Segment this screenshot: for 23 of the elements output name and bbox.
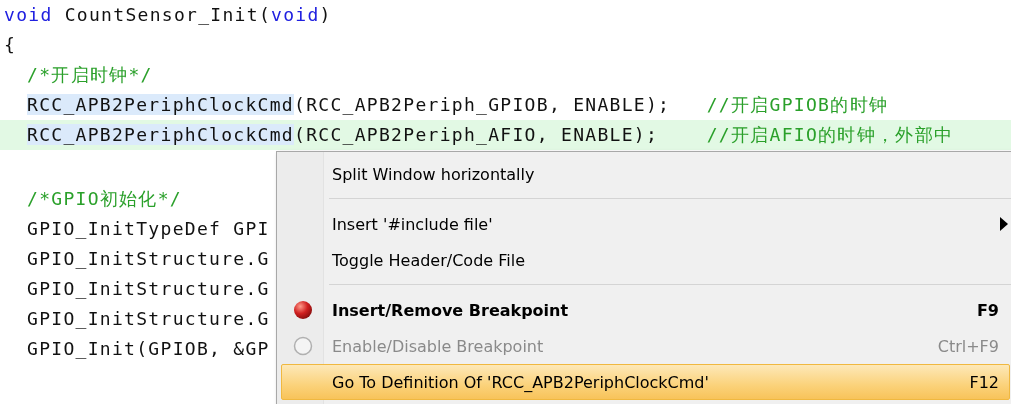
code-comment: /*GPIO初始化*/ <box>27 188 182 209</box>
code-text: CountSensor_Init( <box>63 4 272 25</box>
code-text: (RCC_APB2Periph_GPIOB, ENABLE); <box>294 94 672 115</box>
menu-item[interactable]: Toggle Header/Code File <box>277 242 1010 278</box>
code-text: void <box>4 4 53 25</box>
menu-item[interactable]: Insert '#include file' <box>277 206 1010 242</box>
menu-item[interactable]: Split Window horizontally <box>277 156 1010 192</box>
code-text: void <box>271 4 320 25</box>
code-text: ) <box>319 4 332 25</box>
code-text: RCC_APB2PeriphClockCmd <box>27 94 294 115</box>
code-text: GPIO_InitTypeDef GPI <box>27 218 270 239</box>
code-text: GPIO_InitStructure.G <box>27 248 270 269</box>
menu-item[interactable]: Go To Definition Of 'RCC_APB2PeriphClockCmd' F12 <box>281 364 1010 400</box>
code-text: GPIO_InitStructure.G <box>27 278 270 299</box>
code-text: { <box>4 34 17 55</box>
code-text: GPIO_Init(GPIOB, &GP <box>27 338 270 359</box>
code-text: (RCC_APB2Periph_AFIO, ENABLE); <box>294 124 660 145</box>
code-text: RCC_APB2PeriphClockCmd <box>27 124 294 145</box>
code-comment: /*开启时钟*/ <box>27 64 153 85</box>
menu-item[interactable]: Insert/Remove Breakpoint F9 <box>277 292 1010 328</box>
code-comment: //开启AFIO的时钟，外部中 <box>706 124 954 145</box>
code-text: GPIO_InitStructure.G <box>27 308 270 329</box>
code-comment: //开启GPIOB的时钟 <box>706 94 889 115</box>
